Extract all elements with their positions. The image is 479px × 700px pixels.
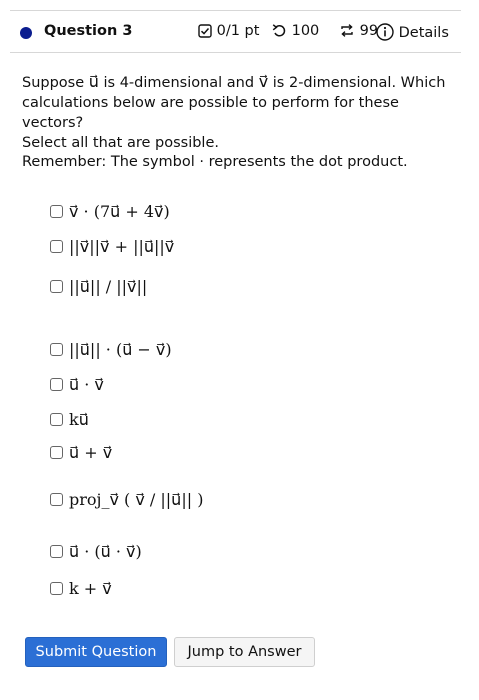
- option-4[interactable]: ||u⃗|| · (u⃗ − v⃗): [50, 340, 172, 359]
- question-title: Question 3: [44, 23, 133, 39]
- option-label: ||u⃗|| / ||v⃗||: [69, 277, 148, 296]
- option-2[interactable]: ||v⃗||v⃗ + ||u⃗||v⃗: [50, 237, 174, 256]
- retries-indicator: 100: [272, 23, 319, 39]
- option-3[interactable]: ||u⃗|| / ||v⃗||: [50, 277, 147, 296]
- option-checkbox[interactable]: [50, 205, 63, 218]
- question-prompt: Suppose u⃗ is 4-dimensional and v⃗ is 2-…: [22, 72, 462, 153]
- option-label: ||u⃗|| · (u⃗ − v⃗): [69, 340, 172, 359]
- option-label: u⃗ + v⃗: [69, 443, 113, 462]
- details-link[interactable]: Details: [376, 23, 449, 41]
- option-checkbox[interactable]: [50, 493, 63, 506]
- score-indicator: 0/1 pt: [198, 23, 259, 39]
- option-checkbox[interactable]: [50, 343, 63, 356]
- option-9[interactable]: u⃗ · (u⃗ · v⃗): [50, 542, 142, 561]
- vector-u: u⃗: [88, 72, 99, 91]
- jump-to-answer-button[interactable]: Jump to Answer: [174, 637, 315, 667]
- prompt-line-3: Select all that are possible.: [22, 135, 219, 151]
- option-label: u⃗ · (u⃗ · v⃗): [69, 542, 142, 561]
- option-checkbox[interactable]: [50, 280, 63, 293]
- undo-icon: [272, 24, 286, 37]
- prompt-line-2: calculations below are possible to perfo…: [22, 95, 399, 131]
- question-header: Question 3 0/1 pt 100 99 Details: [10, 10, 461, 53]
- remember-note: Remember: The symbol · represents the do…: [22, 154, 408, 170]
- option-checkbox[interactable]: [50, 378, 63, 391]
- option-checkbox[interactable]: [50, 240, 63, 253]
- vector-v: v⃗: [258, 72, 269, 91]
- question-status-dot: [20, 27, 32, 39]
- option-6[interactable]: ku⃗: [50, 410, 89, 429]
- option-10[interactable]: k + v⃗: [50, 579, 112, 598]
- checkbox-score-icon: [198, 24, 212, 38]
- option-checkbox[interactable]: [50, 582, 63, 595]
- attempts-indicator: 99: [339, 23, 378, 39]
- info-icon: [376, 23, 394, 41]
- option-label: ||v⃗||v⃗ + ||u⃗||v⃗: [69, 237, 175, 256]
- retries-text: 100: [291, 23, 320, 39]
- option-label: proj_v⃗ ( v⃗ / ||u⃗|| ): [69, 490, 204, 509]
- option-checkbox[interactable]: [50, 413, 63, 426]
- option-label: v⃗ · (7u⃗ + 4v⃗): [69, 202, 170, 221]
- option-8[interactable]: proj_v⃗ ( v⃗ / ||u⃗|| ): [50, 490, 203, 509]
- repeat-icon: [341, 24, 353, 37]
- submit-question-button[interactable]: Submit Question: [25, 637, 167, 667]
- option-checkbox[interactable]: [50, 545, 63, 558]
- option-1[interactable]: v⃗ · (7u⃗ + 4v⃗): [50, 202, 170, 221]
- score-text: 0/1 pt: [216, 23, 260, 39]
- option-7[interactable]: u⃗ + v⃗: [50, 443, 112, 462]
- option-label: ku⃗: [69, 410, 89, 429]
- option-5[interactable]: u⃗ · v⃗: [50, 375, 104, 394]
- option-label: u⃗ · v⃗: [69, 375, 104, 394]
- details-text: Details: [398, 25, 449, 41]
- option-checkbox[interactable]: [50, 446, 63, 459]
- option-label: k + v⃗: [69, 579, 112, 598]
